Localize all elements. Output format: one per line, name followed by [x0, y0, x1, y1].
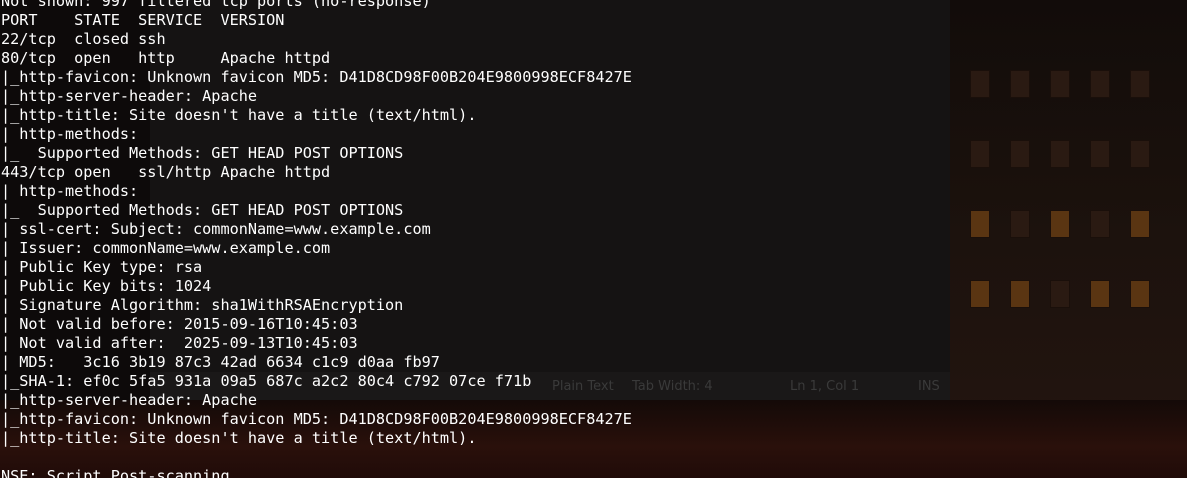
wallpaper-window-9: [1090, 140, 1110, 168]
terminal-line: |_http-title: Site doesn't have a title …: [1, 106, 477, 124]
wallpaper-window-16: [970, 280, 990, 308]
terminal-line: |_http-title: Site doesn't have a title …: [1, 429, 477, 447]
terminal-line: |_http-favicon: Unknown favicon MD5: D41…: [1, 68, 632, 86]
wallpaper-window-2: [1010, 70, 1030, 98]
terminal-line: |_http-favicon: Unknown favicon MD5: D41…: [1, 410, 632, 428]
wallpaper-window-6: [970, 140, 990, 168]
statusbar-tab-width: Tab Width: 4: [632, 379, 713, 394]
statusbar-insert-mode: INS: [918, 379, 940, 394]
wallpaper-window-5: [1130, 70, 1150, 98]
terminal-line: |_http-server-header: Apache: [1, 87, 258, 105]
terminal-line: |_http-server-header: Apache: [1, 391, 258, 409]
terminal-line: |_SHA-1: ef0c 5fa5 931a 09a5 687c a2c2 8…: [1, 372, 532, 390]
wallpaper-window-18: [1050, 280, 1070, 308]
statusbar-cursor-position: Ln 1, Col 1: [790, 379, 860, 394]
wallpaper-window-1: [970, 70, 990, 98]
terminal-line: | Public Key bits: 1024: [1, 277, 212, 295]
wallpaper-window-19: [1090, 280, 1110, 308]
terminal-line: | ssl-cert: Subject: commonName=www.exam…: [1, 220, 431, 238]
wallpaper-window-17: [1010, 280, 1030, 308]
wallpaper-window-4: [1090, 70, 1110, 98]
wallpaper-window-15: [1130, 210, 1150, 238]
terminal-line: 22/tcp closed ssh: [1, 30, 166, 48]
wallpaper-window-8: [1050, 140, 1070, 168]
wallpaper-window-14: [1090, 210, 1110, 238]
wallpaper-window-11: [970, 210, 990, 238]
terminal-line: | http-methods:: [1, 182, 139, 200]
terminal-line: | Not valid before: 2015-09-16T10:45:03: [1, 315, 358, 333]
terminal-line: | MD5: 3c16 3b19 87c3 42ad 6634 c1c9 d0a…: [1, 353, 440, 371]
terminal-line: 443/tcp open ssl/http Apache httpd: [1, 163, 331, 181]
terminal-line: Not shown: 997 filtered tcp ports (no-re…: [1, 0, 431, 10]
wallpaper-window-10: [1130, 140, 1150, 168]
wallpaper-window-20: [1130, 280, 1150, 308]
wallpaper-window-7: [1010, 140, 1030, 168]
terminal-line: |_ Supported Methods: GET HEAD POST OPTI…: [1, 201, 404, 219]
terminal-line: PORT STATE SERVICE VERSION: [1, 11, 285, 29]
terminal-line: | http-methods:: [1, 125, 139, 143]
terminal-line: |_ Supported Methods: GET HEAD POST OPTI…: [1, 144, 404, 162]
wallpaper-window-12: [1010, 210, 1030, 238]
terminal-line: | Signature Algorithm: sha1WithRSAEncryp…: [1, 296, 404, 314]
wallpaper-window-3: [1050, 70, 1070, 98]
terminal-line: 80/tcp open http Apache httpd: [1, 49, 331, 67]
terminal-output[interactable]: Not shown: 997 filtered tcp ports (no-re…: [0, 0, 632, 478]
terminal-line: NSE: Script Post-scanning.: [1, 467, 239, 478]
wallpaper-window-13: [1050, 210, 1070, 238]
terminal-line: | Not valid after: 2025-09-13T10:45:03: [1, 334, 358, 352]
terminal-line: | Issuer: commonName=www.example.com: [1, 239, 331, 257]
terminal-line: | Public Key type: rsa: [1, 258, 203, 276]
desktop-screen: Plain Text Tab Width: 4 Ln 1, Col 1 INS …: [0, 0, 1187, 478]
